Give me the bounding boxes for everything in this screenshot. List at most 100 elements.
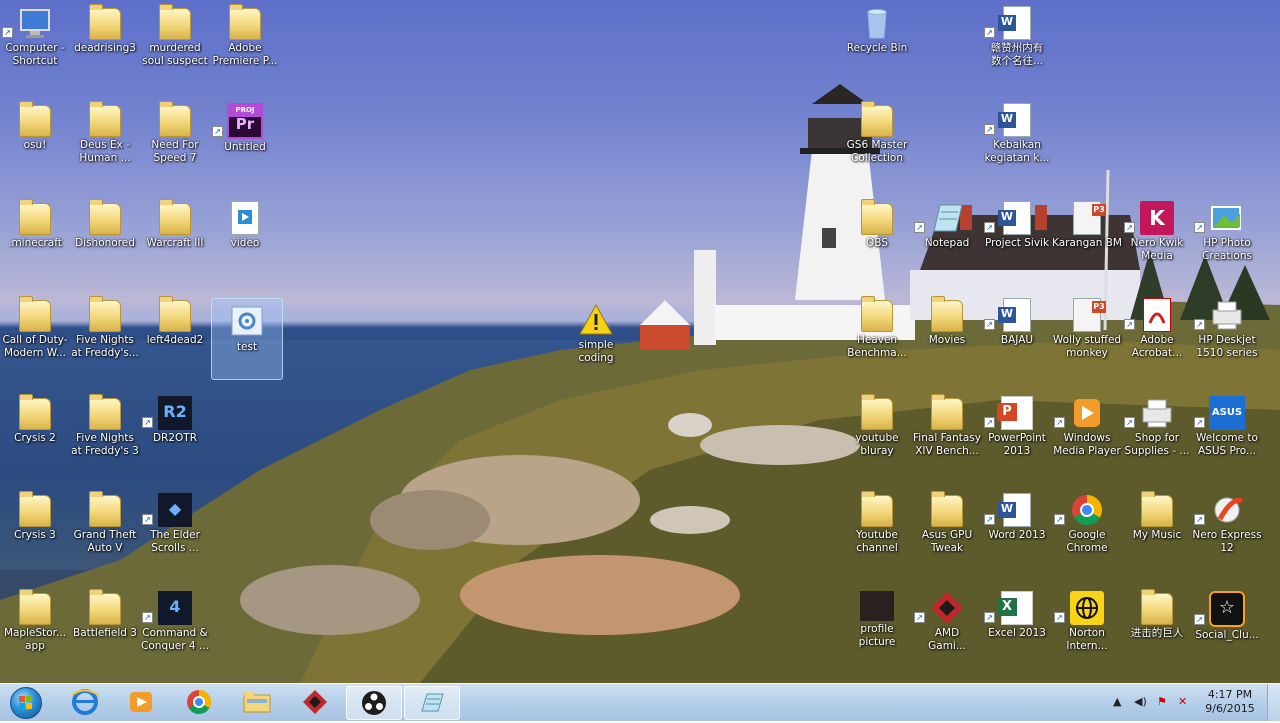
desktop-icon-minecraft[interactable]: .minecraft	[0, 195, 70, 275]
desktop-icon-amd-gami[interactable]: ↗ AMD Gami...	[912, 585, 982, 665]
desktop-icon-social-clu[interactable]: ☆ ↗ Social_Clu...	[1192, 585, 1262, 665]
desktop-icon-grand-theft-auto-v[interactable]: Grand Theft Auto V	[70, 487, 140, 567]
desktop-icon-final-fantasy-xiv-bench[interactable]: Final Fantasy XIV Bench...	[912, 390, 982, 470]
desktop-icon-powerpoint-2013[interactable]: P ↗ PowerPoint 2013	[982, 390, 1052, 470]
desktop-icon-[interactable]: W ↗ 赣赞州内有 数个名往...	[982, 0, 1052, 80]
printer-icon: ↗	[1122, 396, 1192, 430]
desktop-icon-dishonored[interactable]: Dishonored	[70, 195, 140, 275]
desktop-icon-nero-express-12[interactable]: ↗ Nero Express 12	[1192, 487, 1262, 567]
desktop-icon-call-of-duty-modern-w[interactable]: Call of Duty- Modern W...	[0, 292, 70, 372]
desktop-icon-obs[interactable]: OBS	[842, 195, 912, 275]
taskbar-windows-explorer[interactable]	[230, 686, 284, 718]
taskbar-notepad[interactable]	[404, 686, 460, 720]
network-error-icon[interactable]: ✕	[1178, 695, 1187, 708]
desktop-icon-asus-gpu-tweak[interactable]: Asus GPU Tweak	[912, 487, 982, 567]
desktop-icon-label: HP Photo Creations	[1202, 237, 1252, 262]
desktop-icon-battlefield-3[interactable]: Battlefield 3	[70, 585, 140, 665]
desktop-icon-warcraft-iii[interactable]: Warcraft III	[140, 195, 210, 275]
desktop-icon-maplestor-app[interactable]: MapleStor... app	[0, 585, 70, 665]
taskbar: ▲ ◀) ⚑ ✕ 4:17 PM 9/6/2015	[0, 683, 1280, 721]
desktop-icon-label: Untitled	[224, 141, 266, 153]
shortcut-arrow-icon: ↗	[1054, 417, 1065, 428]
game-icon: 4 ↗	[140, 591, 210, 625]
desktop-icon-gs6-master-collection[interactable]: GS6 Master Collection	[842, 97, 912, 177]
desktop[interactable]: ↗ Computer - Shortcut deadrising3 murdered …	[0, 0, 1280, 683]
asus-icon: ASUS ↗	[1192, 396, 1262, 430]
desktop-icon-video[interactable]: video	[210, 195, 280, 275]
system-clock[interactable]: 4:17 PM 9/6/2015	[1200, 688, 1260, 716]
desktop-icon-word-2013[interactable]: W ↗ Word 2013	[982, 487, 1052, 567]
desktop-icon-project-sivik[interactable]: W ↗ Project Sivik	[982, 195, 1052, 275]
desktop-icon-test[interactable]: test	[211, 298, 283, 380]
desktop-icon-bajau[interactable]: W ↗ BAJAU	[982, 292, 1052, 372]
folder-icon	[0, 296, 70, 332]
taskbar-obs[interactable]	[346, 686, 402, 720]
desktop-icon-murdered-soul-suspect[interactable]: murdered soul suspect	[140, 0, 210, 80]
desktop-icon-label: youtube bluray	[855, 432, 899, 457]
desktop-icon-welcome-to-asus-pro[interactable]: ASUS ↗ Welcome to ASUS Pro...	[1192, 390, 1262, 470]
desktop-icon-label: Crysis 2	[14, 432, 56, 444]
desktop-icon-nero-kwik-media[interactable]: K ↗ Nero Kwik Media	[1122, 195, 1192, 275]
speaker-icon[interactable]: ◀)	[1134, 695, 1147, 708]
desktop-icon-command-conquer-4[interactable]: 4 ↗ Command & Conquer 4 ...	[140, 585, 210, 665]
desktop-icon-crysis-2[interactable]: Crysis 2	[0, 390, 70, 470]
taskbar-amd-gaming[interactable]	[288, 686, 342, 718]
desktop-icon-dr2otr[interactable]: R2 ↗ DR2OTR	[140, 390, 210, 470]
desktop-icon-notepad[interactable]: ↗ Notepad	[912, 195, 982, 275]
desktop-icon-need-for-speed-7[interactable]: Need For Speed 7	[140, 97, 210, 177]
desktop-icon-label: OBS	[866, 237, 888, 249]
desktop-icon-five-nights-at-freddy-s-3[interactable]: Five Nights at Freddy's 3	[70, 390, 140, 470]
desktop-icon-kebaikan-kegiatan-k[interactable]: W ↗ Kebaikan kegiatan k...	[982, 97, 1052, 177]
show-hidden-icons-chevron-icon[interactable]: ▲	[1113, 695, 1121, 708]
taskbar-google-chrome[interactable]	[172, 686, 226, 718]
desktop-icon-label: Word 2013	[988, 529, 1046, 541]
desktop-icon-osu[interactable]: osu!	[0, 97, 70, 177]
desktop-icon-norton-intern[interactable]: ↗ Norton Intern...	[1052, 585, 1122, 665]
folder-icon	[912, 394, 982, 430]
desktop-icon-google-chrome[interactable]: ↗ Google Chrome	[1052, 487, 1122, 567]
shortcut-arrow-icon: ↗	[1054, 612, 1065, 623]
desktop-icon-hp-photo-creations[interactable]: ↗ HP Photo Creations	[1192, 195, 1262, 275]
desktop-icon-recycle-bin[interactable]: Recycle Bin	[842, 0, 912, 80]
game-icon: ◆ ↗	[140, 493, 210, 527]
desktop-icon-adobe-acrobat[interactable]: ↗ Adobe Acrobat...	[1122, 292, 1192, 372]
desktop-icon-shop-for-supplies[interactable]: ↗ Shop for Supplies - ...	[1122, 390, 1192, 470]
desktop-icon-untitled[interactable]: PROJ Pr ↗ Untitled	[210, 97, 280, 177]
start-button[interactable]	[4, 685, 48, 720]
printer-icon: ↗	[1192, 298, 1262, 332]
desktop-icon-excel-2013[interactable]: X ↗ Excel 2013	[982, 585, 1052, 665]
desktop-icon-windows-media-player[interactable]: ↗ Windows Media Player	[1052, 390, 1122, 470]
desktop-icon-deus-ex-human[interactable]: Deus Ex - Human ...	[70, 97, 140, 177]
desktop-icon-adobe-premiere-p[interactable]: Adobe Premiere P...	[210, 0, 280, 80]
desktop-icon-the-elder-scrolls[interactable]: ◆ ↗ The Elder Scrolls ...	[140, 487, 210, 567]
desktop-icon-crysis-3[interactable]: Crysis 3	[0, 487, 70, 567]
folder-icon	[70, 296, 140, 332]
folder-icon	[842, 394, 912, 430]
desktop-icon-computer-shortcut[interactable]: ↗ Computer - Shortcut	[0, 0, 70, 80]
taskbar-internet-explorer[interactable]	[58, 686, 112, 718]
desktop-icon-wolly-stuffed-monkey[interactable]: P3 Wolly stuffed monkey	[1052, 292, 1122, 372]
desktop-icon-simple-coding[interactable]: simple coding	[561, 297, 631, 377]
desktop-icon-heaven-benchma[interactable]: Heaven Benchma...	[842, 292, 912, 372]
desktop-icon-label: osu!	[23, 139, 47, 151]
desktop-icon-five-nights-at-freddy-s[interactable]: Five Nights at Freddy's...	[70, 292, 140, 372]
shortcut-arrow-icon: ↗	[984, 417, 995, 428]
desktop-icon-label: Call of Duty- Modern W...	[2, 334, 68, 359]
desktop-icon-karangan-bm[interactable]: P3 Karangan BM	[1052, 195, 1122, 275]
desktop-icon-my-music[interactable]: My Music	[1122, 487, 1192, 567]
desktop-icon-left4dead2[interactable]: left4dead2	[140, 292, 210, 372]
clock-time: 4:17 PM	[1207, 688, 1253, 701]
taskbar-windows-media-player[interactable]	[114, 686, 168, 718]
show-desktop-button[interactable]	[1267, 684, 1280, 721]
desktop-icon-youtube-bluray[interactable]: youtube bluray	[842, 390, 912, 470]
desktop-icon-movies[interactable]: Movies	[912, 292, 982, 372]
desktop-icon-deadrising3[interactable]: deadrising3	[70, 0, 140, 80]
desktop-icon-profile-picture[interactable]: profile picture	[842, 585, 912, 665]
folder-icon	[842, 101, 912, 137]
action-center-flag-icon[interactable]: ⚑	[1157, 695, 1167, 708]
desktop-icon-hp-deskjet-1510-series[interactable]: ↗ HP Deskjet 1510 series	[1192, 292, 1262, 372]
desktop-icon-youtube-channel[interactable]: Youtube channel	[842, 487, 912, 567]
desktop-icon-[interactable]: 进击的巨人	[1122, 585, 1192, 665]
desktop-icon-label: Command & Conquer 4 ...	[141, 627, 209, 652]
desktop-icon-label: HP Deskjet 1510 series	[1196, 334, 1258, 359]
